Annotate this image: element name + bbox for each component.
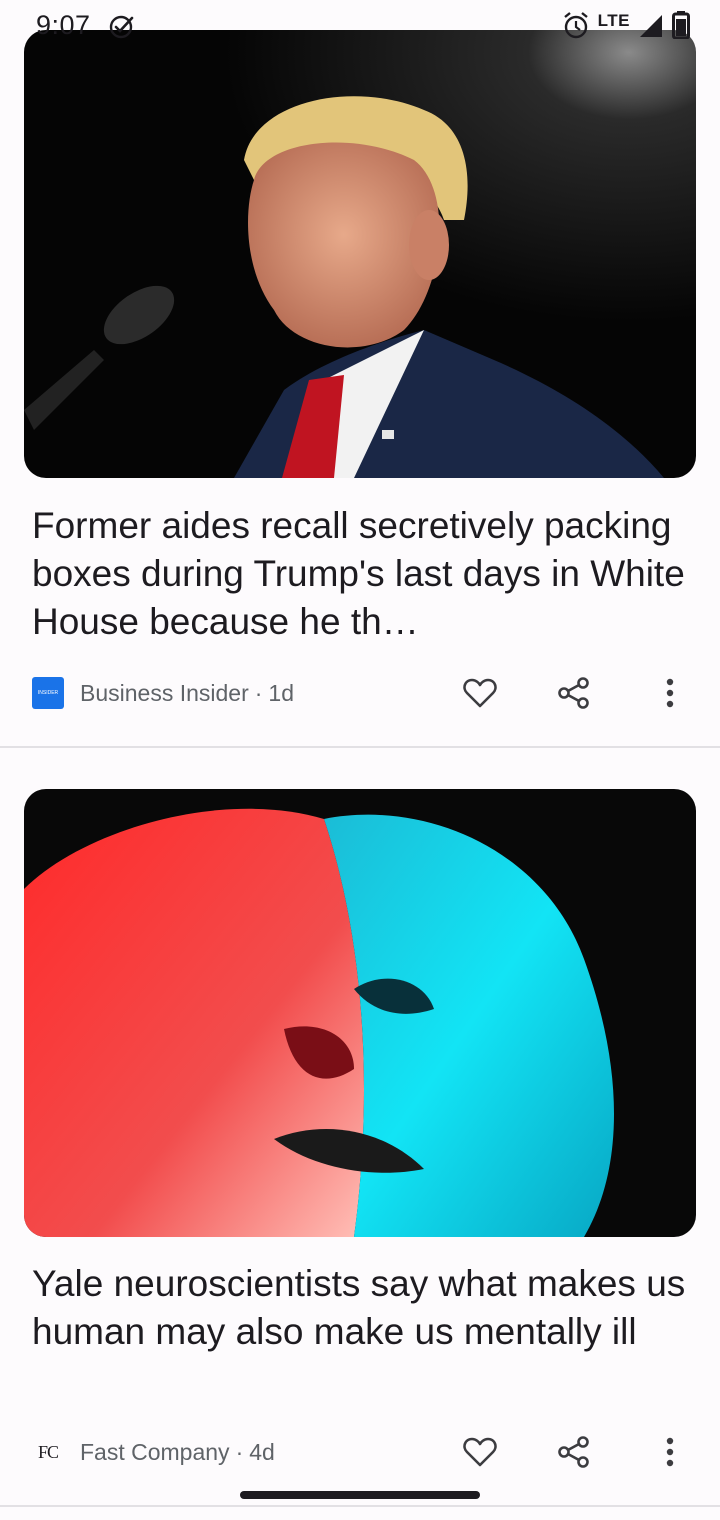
status-icons: LTE [562, 10, 690, 40]
heart-icon [463, 1437, 497, 1467]
separator-dot: · [254, 679, 263, 706]
check-circle-icon [109, 15, 134, 39]
battery-icon [672, 11, 690, 39]
article-image-2[interactable] [24, 789, 696, 1237]
home-gesture-bar[interactable] [240, 1491, 480, 1499]
like-button[interactable] [460, 673, 500, 713]
status-bar: 9:07 LTE [0, 0, 720, 52]
source-logo[interactable]: FC [32, 1436, 64, 1468]
network-type: LTE [597, 11, 630, 30]
status-time: 9:07 [36, 10, 91, 40]
share-button[interactable] [554, 1432, 594, 1472]
more-options-button[interactable] [650, 1432, 690, 1472]
heart-icon [463, 678, 497, 708]
article-image-1[interactable] [24, 30, 696, 478]
article-age: 1d [268, 679, 295, 706]
share-icon [558, 677, 589, 709]
divider [0, 1505, 720, 1507]
more-vert-icon [666, 1437, 674, 1467]
source-logo[interactable]: INSIDER [32, 677, 64, 709]
separator-dot: · [235, 1438, 244, 1465]
photo-icon [24, 30, 696, 478]
article-headline-1[interactable]: Former aides recall secretively packing … [32, 502, 692, 646]
article-headline-2[interactable]: Yale neuroscientists say what makes us h… [32, 1260, 692, 1356]
divider [0, 746, 720, 748]
alarm-icon [563, 12, 588, 39]
article-meta-2: FC Fast Company · 4d [32, 1432, 692, 1472]
signal-icon [640, 15, 662, 37]
share-button[interactable] [554, 673, 594, 713]
like-button[interactable] [460, 1432, 500, 1472]
more-options-button[interactable] [650, 673, 690, 713]
photo-icon [24, 789, 696, 1237]
source-name[interactable]: Business Insider [80, 680, 249, 707]
share-icon [558, 1436, 589, 1468]
more-vert-icon [666, 678, 674, 708]
source-name[interactable]: Fast Company [80, 1439, 230, 1466]
article-age: 4d [249, 1438, 275, 1465]
article-meta-1: INSIDER Business Insider · 1d [32, 673, 692, 713]
